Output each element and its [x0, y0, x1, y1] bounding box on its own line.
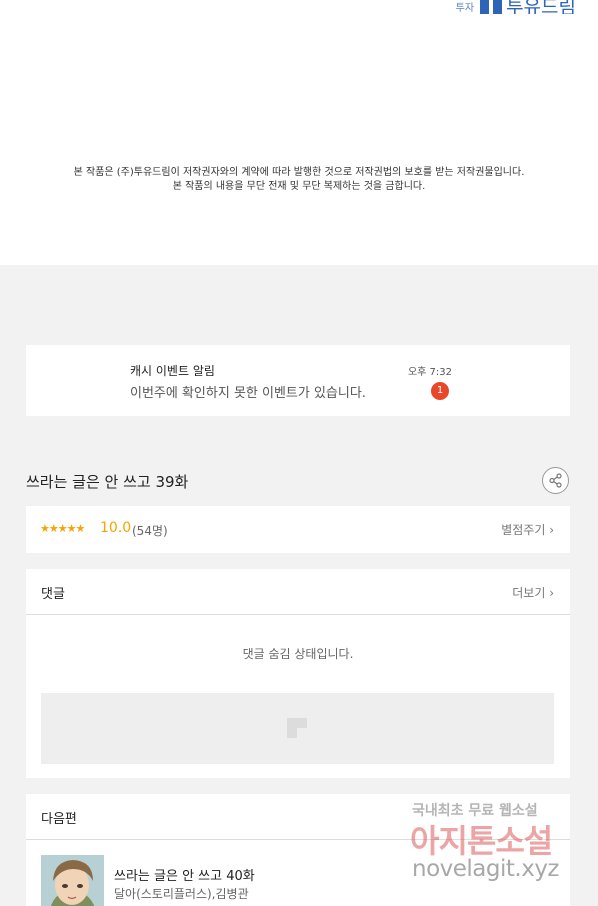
- rating-count: (54명): [132, 524, 168, 538]
- notification-badge: 1: [431, 382, 449, 400]
- event-notification-card[interactable]: 캐시 이벤트 알림 이번주에 확인하지 못한 이벤트가 있습니다. 오후 7:3…: [26, 345, 570, 416]
- publisher-mark-icon: [480, 0, 503, 14]
- share-button[interactable]: [542, 467, 569, 494]
- comments-hidden-message: 댓글 숨김 상태입니다.: [242, 647, 354, 661]
- copyright-notice: 본 작품은 (주)투유드림이 저작권자와의 계약에 따라 발행한 것으로 저작권…: [0, 166, 598, 194]
- notification-message: 이번주에 확인하지 못한 이벤트가 있습니다.: [130, 386, 366, 401]
- episode-title: 쓰라는 글은 안 쓰고 39화: [26, 473, 189, 491]
- rating-bar: ★★★★★ 10.0 (54명) 별점주기 ›: [26, 506, 570, 553]
- comments-section: 댓글 더보기 › 댓글 숨김 상태입니다.: [26, 569, 570, 778]
- copyright-line-2: 본 작품의 내용을 무단 전재 및 무단 복제하는 것을 금합니다.: [172, 181, 426, 192]
- rate-button[interactable]: 별점주기 ›: [501, 521, 554, 538]
- next-episode-header: 다음편: [26, 794, 570, 840]
- notification-title: 캐시 이벤트 알림: [130, 364, 215, 378]
- publisher-logo: 투자 투유드림: [456, 0, 576, 14]
- comments-more-link[interactable]: 더보기 ›: [512, 584, 554, 601]
- share-icon: [549, 473, 562, 488]
- next-episode-title: 쓰라는 글은 안 쓰고 40화: [114, 869, 255, 884]
- copyright-section: 투자 투유드림 본 작품은 (주)투유드림이 저작권자와의 계약에 따라 발행한…: [0, 0, 598, 265]
- ad-placeholder[interactable]: [41, 693, 554, 764]
- rating-score: 10.0: [100, 520, 132, 536]
- ad-placeholder-icon: [287, 718, 307, 738]
- next-episode-author: 달아(스토리플러스),김병관: [114, 887, 249, 901]
- next-episode-section[interactable]: 다음편 쓰라는 글은 안 쓰고 40화 달아(스토리플러스),김병관: [26, 794, 570, 906]
- comments-more-label: 더보기: [512, 586, 546, 600]
- rating-stars: ★★★★★: [40, 522, 85, 535]
- rate-button-label: 별점주기: [501, 523, 546, 537]
- copyright-line-1: 본 작품은 (주)투유드림이 저작권자와의 계약에 따라 발행한 것으로 저작권…: [73, 167, 525, 178]
- comments-label: 댓글: [41, 587, 65, 602]
- next-episode-label: 다음편: [41, 812, 77, 827]
- publisher-brand: 투유드림: [506, 0, 576, 14]
- next-episode-thumbnail[interactable]: [41, 855, 104, 906]
- comments-header: 댓글 더보기 ›: [26, 569, 570, 615]
- character-illustration: [41, 855, 104, 906]
- notification-time: 오후 7:32: [407, 367, 452, 378]
- publisher-small-label: 투자: [455, 3, 475, 14]
